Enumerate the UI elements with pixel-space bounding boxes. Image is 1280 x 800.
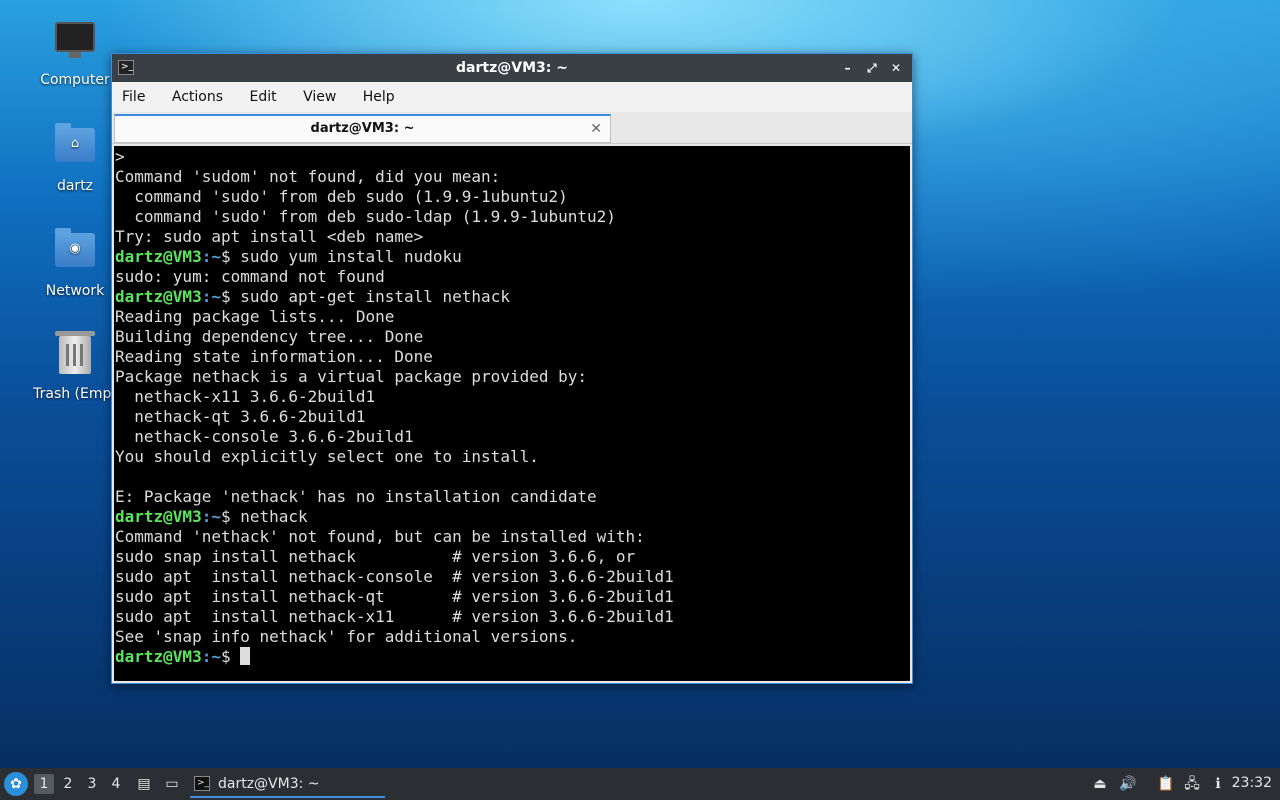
window-title: dartz@VM3: ~ <box>456 60 568 76</box>
terminal-line: sudo apt install nethack-console # versi… <box>115 567 674 586</box>
terminal-line: dartz@VM3:~$ sudo yum install nudoku <box>115 247 909 267</box>
terminal-cursor <box>240 647 251 665</box>
terminal-line: sudo snap install nethack # version 3.6.… <box>115 547 636 566</box>
tab-close-icon[interactable]: ✕ <box>590 116 602 142</box>
workspace-1[interactable]: 1 <box>34 774 54 794</box>
desktop-icon-label: Network <box>45 283 105 299</box>
menu-actions[interactable]: Actions <box>172 89 223 105</box>
prompt-path: :~ <box>201 507 221 526</box>
tab-terminal[interactable]: dartz@VM3: ~ ✕ <box>114 114 611 143</box>
show-desktop-icon[interactable]: ▭ <box>162 774 182 794</box>
terminal-line: nethack-x11 3.6.6-2build1 <box>115 387 376 406</box>
notification-icon[interactable]: ℹ <box>1208 774 1228 794</box>
desktop-icon-label: Computer <box>40 72 110 88</box>
terminal-line: Try: sudo apt install <deb name> <box>115 227 424 246</box>
menu-bar: File Actions Edit View Help <box>112 82 912 112</box>
terminal-line: sudo apt install nethack-qt # version 3.… <box>115 587 674 606</box>
desktop-icon-label: Trash (Empt <box>33 386 117 402</box>
trash-icon <box>53 331 97 380</box>
close-button[interactable]: ✕ <box>886 54 906 82</box>
terminal-line: Reading package lists... Done <box>115 307 395 326</box>
terminal-line: See 'snap info nethack' for additional v… <box>115 627 578 646</box>
desktop-icon-label: dartz <box>56 178 94 194</box>
tab-bar: dartz@VM3: ~ ✕ <box>112 112 912 144</box>
prompt-path: :~ <box>201 647 221 666</box>
prompt-user: dartz@VM3 <box>115 287 202 306</box>
terminal-app-icon: >_ <box>194 776 210 791</box>
maximize-button[interactable]: ⤢ <box>862 54 882 82</box>
clipboard-icon[interactable]: 📋 <box>1156 774 1176 794</box>
terminal-line: Command 'sudom' not found, did you mean: <box>115 167 501 186</box>
taskbar: ✿ 1 2 3 4 ▤ ▭ >_ dartz@VM3: ~ ⏏ 🔊 📋 🖧 ℹ … <box>0 768 1280 800</box>
whisker-menu-icon[interactable]: ✿ <box>4 772 28 796</box>
terminal-line: dartz@VM3:~$ nethack <box>115 507 909 527</box>
computer-icon <box>53 22 97 66</box>
terminal-line: command 'sudo' from deb sudo (1.9.9-1ubu… <box>115 187 568 206</box>
terminal-line: dartz@VM3:~$ <box>115 647 909 667</box>
file-manager-icon[interactable]: ▤ <box>134 774 154 794</box>
prompt-user: dartz@VM3 <box>115 647 202 666</box>
terminal-line: sudo apt install nethack-x11 # version 3… <box>115 607 674 626</box>
terminal-line: E: Package 'nethack' has no installation… <box>115 487 597 506</box>
terminal-line: nethack-console 3.6.6-2build1 <box>115 427 414 446</box>
terminal-window: >_ dartz@VM3: ~ – ⤢ ✕ File Actions Edit … <box>111 53 913 684</box>
tab-label: dartz@VM3: ~ <box>310 121 415 136</box>
eject-icon[interactable]: ⏏ <box>1090 774 1110 794</box>
home-folder-icon: ⌂ <box>53 123 97 172</box>
workspace-4[interactable]: 4 <box>106 774 126 794</box>
prompt-command: $ sudo yum install nudoku <box>220 247 462 266</box>
terminal-app-icon[interactable]: >_ <box>118 60 134 75</box>
prompt-path: :~ <box>201 287 221 306</box>
taskbar-app-terminal[interactable]: >_ dartz@VM3: ~ <box>190 771 385 798</box>
prompt-command: $ <box>220 647 241 666</box>
desktop-icon-home[interactable]: ⌂ dartz <box>30 122 120 194</box>
menu-edit[interactable]: Edit <box>249 89 276 105</box>
desktop-icon-trash[interactable]: Trash (Empt <box>30 331 120 402</box>
menu-file[interactable]: File <box>122 89 145 105</box>
desktop-icon-network[interactable]: ◉ Network <box>30 227 120 299</box>
prompt-user: dartz@VM3 <box>115 247 202 266</box>
terminal-line: dartz@VM3:~$ sudo apt-get install nethac… <box>115 287 909 307</box>
terminal-line: nethack-qt 3.6.6-2build1 <box>115 407 366 426</box>
prompt-command: $ sudo apt-get install nethack <box>220 287 510 306</box>
terminal-line: Building dependency tree... Done <box>115 327 424 346</box>
terminal-line: You should explicitly select one to inst… <box>115 447 539 466</box>
taskbar-app-label: dartz@VM3: ~ <box>218 776 320 792</box>
terminal-line: > <box>115 147 125 166</box>
terminal-line: command 'sudo' from deb sudo-ldap (1.9.9… <box>115 207 616 226</box>
terminal-line: sudo: yum: command not found <box>115 267 385 286</box>
prompt-user: dartz@VM3 <box>115 507 202 526</box>
network-folder-icon: ◉ <box>53 228 97 277</box>
workspace-3[interactable]: 3 <box>82 774 102 794</box>
terminal-line: Package nethack is a virtual package pro… <box>115 367 588 386</box>
terminal-output[interactable]: > Command 'sudom' not found, did you mean… <box>114 146 910 681</box>
workspace-2[interactable]: 2 <box>58 774 78 794</box>
prompt-command: $ nethack <box>220 507 308 526</box>
clock: 23:32 <box>1231 775 1272 791</box>
window-titlebar[interactable]: >_ dartz@VM3: ~ – ⤢ ✕ <box>112 54 912 82</box>
menu-view[interactable]: View <box>303 89 336 105</box>
terminal-line: Reading state information... Done <box>115 347 433 366</box>
minimize-button[interactable]: – <box>838 54 858 82</box>
volume-icon[interactable]: 🔊 <box>1118 774 1138 794</box>
network-icon[interactable]: 🖧 <box>1182 774 1202 794</box>
prompt-path: :~ <box>201 247 221 266</box>
menu-help[interactable]: Help <box>363 89 395 105</box>
desktop-icon-computer[interactable]: Computer <box>30 18 120 88</box>
terminal-line: Command 'nethack' not found, but can be … <box>115 527 645 546</box>
